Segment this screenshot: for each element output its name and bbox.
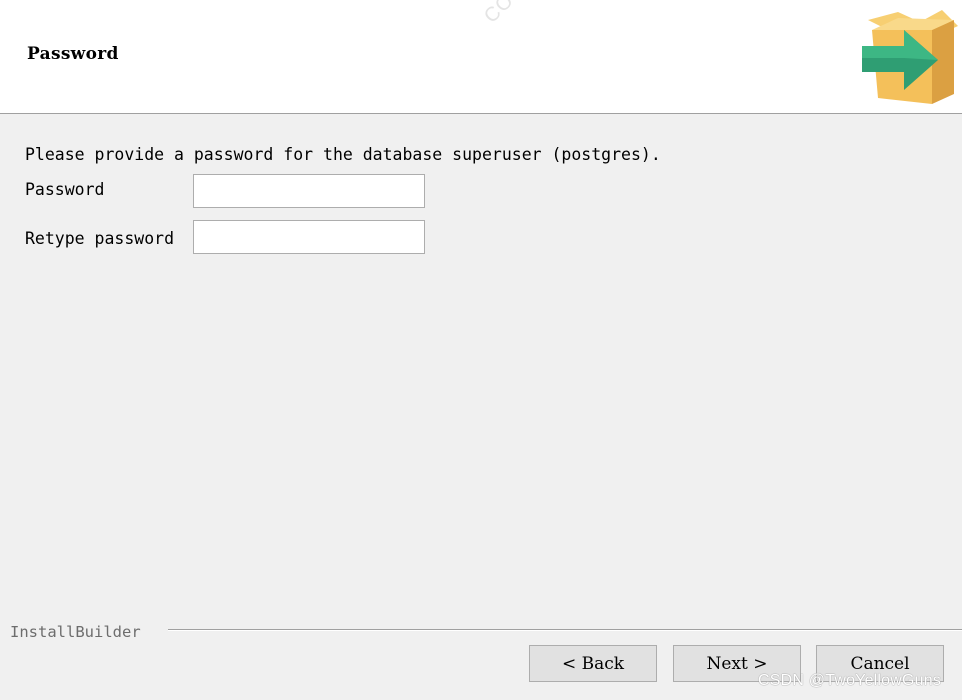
installbuilder-brand-label: InstallBuilder	[10, 623, 141, 641]
package-arrow-icon	[862, 10, 958, 104]
retype-password-label: Retype password	[25, 229, 175, 248]
watermark-text: COCA	[480, 0, 540, 28]
password-prompt-text: Please provide a password for the databa…	[25, 145, 661, 164]
page-title: Password	[27, 44, 119, 64]
installer-window: Password COCA Please provide a password …	[0, 0, 962, 700]
password-input[interactable]	[193, 174, 425, 208]
header-banner: Password COCA	[0, 0, 962, 114]
retype-password-input[interactable]	[193, 220, 425, 254]
password-label: Password	[25, 180, 105, 199]
credit-watermark: CSDN @TwoYellowGuns	[758, 672, 942, 689]
footer-divider	[168, 629, 962, 631]
back-button[interactable]: < Back	[529, 645, 657, 682]
